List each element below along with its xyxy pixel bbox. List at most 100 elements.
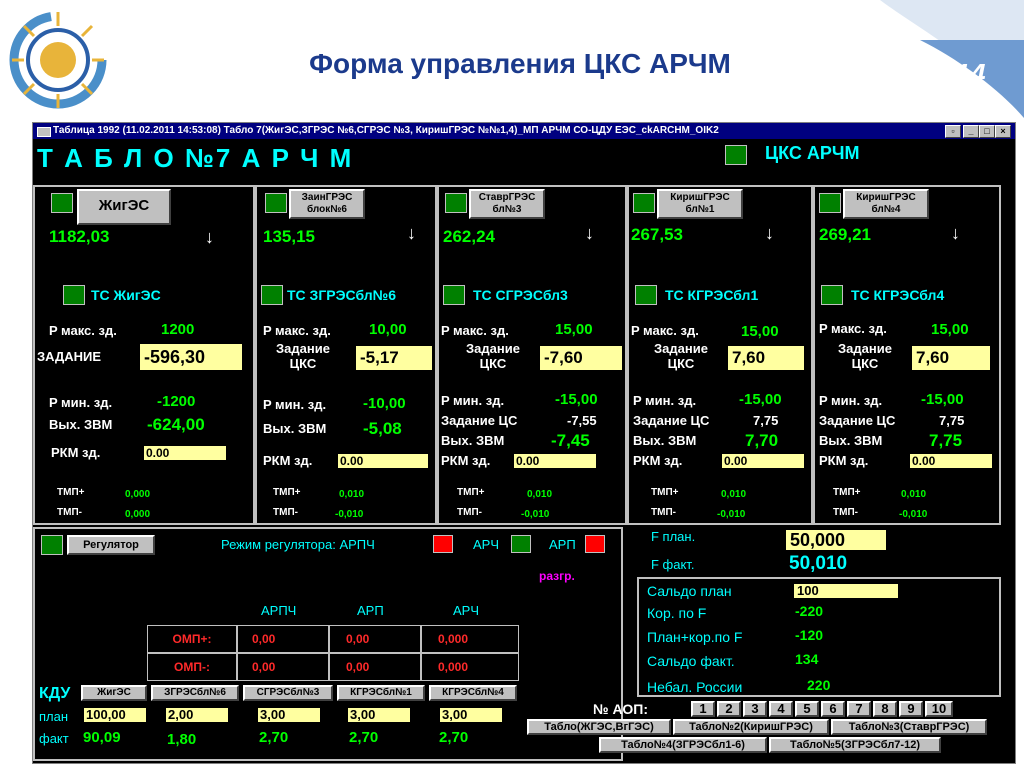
rkm-value[interactable]: 0.00 [337,453,429,469]
station-button[interactable]: КиришГРЭС бл№4 [843,189,929,219]
company-logo-icon [9,11,107,109]
rkm-label: РКМ зд. [633,453,683,468]
station-power: 267,53 [631,225,683,244]
pmin-label: P мин. зд. [441,393,505,408]
tmp-minus-label: ТМП- [651,507,676,518]
kdu-plan-kgres1[interactable]: 3,00 [347,707,411,723]
arrow-down-icon: ↓ [205,227,214,247]
ts-label: ТС СГРЭСбл3 [473,287,568,303]
kdu-plan-zgres6[interactable]: 2,00 [165,707,229,723]
kdu-col-kgres1[interactable]: КГРЭСбл№1 [337,685,425,701]
kdu-plan-sgres3[interactable]: 3,00 [257,707,321,723]
tmp-plus-value: 0,010 [901,489,927,500]
omp-plus-arpch: 0,00 [237,625,329,653]
saldo-fact-value: 134 [795,651,819,667]
omp-minus-arp: 0,00 [329,653,421,681]
saldo-fact-label: Сальдо факт. [647,653,735,669]
kdu-plan-kgres4[interactable]: 3,00 [439,707,503,723]
zvm-value: -5,08 [363,419,402,438]
zadanie-value[interactable]: 7,60 [911,345,991,371]
rkm-value[interactable]: 0.00 [143,445,227,461]
pmin-value: -15,00 [739,391,782,408]
tmp-plus-label: ТМП+ [651,487,679,498]
nav-tablo-3[interactable]: Табло№3(СтаврГРЭС) [831,719,987,735]
pmax-label: P макс. зд. [263,323,331,338]
aop-button-2[interactable]: 2 [717,701,741,717]
saldo-plan-label: Сальдо план [647,583,732,599]
saldo-plan-value[interactable]: 100 [793,583,899,599]
plan-korr-value: -120 [795,627,824,643]
aop-button-3[interactable]: 3 [743,701,767,717]
aop-button-7[interactable]: 7 [847,701,871,717]
zvm-label: Вых. ЗВМ [633,433,697,448]
zadanie-value[interactable]: -7,60 [539,345,623,371]
zvm-label: Вых. ЗВМ [441,433,505,448]
omp-minus-arpch: 0,00 [237,653,329,681]
aop-button-5[interactable]: 5 [795,701,819,717]
ts-indicator [63,285,85,305]
pmax-value: 10,00 [369,321,407,338]
nav-tablo-5[interactable]: Табло№5(ЗГРЭСбл7-12) [769,737,941,753]
regulator-button[interactable]: Регулятор [67,535,155,555]
zadanie-label: ЗАДАНИЕ [37,349,102,364]
kdu-col-zgres6[interactable]: ЗГРЭСбл№6 [151,685,239,701]
zvm-value: -624,00 [147,415,205,434]
kdu-plan-label: план [39,709,69,724]
f-plan-value[interactable]: 50,000 [785,529,887,551]
restore-button[interactable]: ▫ [945,125,961,138]
minimize-button[interactable]: _ [963,125,979,138]
close-button[interactable]: × [995,125,1011,138]
tmp-plus-label: ТМП+ [57,487,85,498]
station-button[interactable]: ЗаинГРЭС блок№6 [289,189,365,219]
station-button[interactable]: КиришГРЭС бл№1 [657,189,743,219]
tmp-minus-label: ТМП- [57,507,82,518]
pmax-value: 15,00 [555,321,593,338]
zadanie-value[interactable]: 7,60 [727,345,805,371]
tmp-plus-value: 0,010 [339,489,365,500]
nav-tablo-4[interactable]: Табло№4(ЗГРЭСбл1-6) [599,737,767,753]
aop-button-8[interactable]: 8 [873,701,897,717]
kdu-col-sgres3[interactable]: СГРЭСбл№3 [243,685,333,701]
zadanie-value[interactable]: -596,30 [139,343,243,371]
pmax-label: P макс. зд. [441,323,509,338]
kdu-plan-zhiges[interactable]: 100,00 [83,707,147,723]
ts-label: ТС КГРЭСбл1 [665,287,759,303]
tmp-plus-label: ТМП+ [273,487,301,498]
zc-value: -7,55 [567,413,597,428]
tmp-plus-value: 0,010 [527,489,553,500]
kdu-col-zhiges[interactable]: ЖигЭС [81,685,147,701]
arrow-down-icon: ↓ [951,223,960,243]
aop-button-6[interactable]: 6 [821,701,845,717]
korr-label: Кор. по F [647,605,707,621]
nav-tablo-2[interactable]: Табло№2(КиришГРЭС) [673,719,829,735]
arch-indicator [511,535,531,553]
tmp-minus-label: ТМП- [273,507,298,518]
aop-button-9[interactable]: 9 [899,701,923,717]
aop-button-4[interactable]: 4 [769,701,793,717]
omp-header-arp: АРП [357,603,384,618]
zadanie-value[interactable]: -5,17 [355,345,433,371]
aop-button-10[interactable]: 10 [925,701,953,717]
station-status-indicator [51,193,73,213]
nav-tablo-1[interactable]: Табло(ЖГЭС,ВгГЭС) [527,719,671,735]
station-button[interactable]: ЖигЭС [77,189,171,225]
aop-button-1[interactable]: 1 [691,701,715,717]
pmin-label: P мин. зд. [263,397,327,412]
zadanie-label: Задание ЦКС [838,341,892,371]
window-title: Таблица 1992 (11.02.2011 14:53:08) Табло… [53,125,719,136]
rkm-value[interactable]: 0.00 [513,453,597,469]
kdu-col-kgres4[interactable]: КГРЭСбл№4 [429,685,517,701]
station-button[interactable]: СтаврГРЭС бл№3 [469,189,545,219]
ts-indicator [635,285,657,305]
zc-label: Задание ЦС [819,413,896,428]
window-titlebar[interactable]: Таблица 1992 (11.02.2011 14:53:08) Табло… [33,123,1015,139]
maximize-button[interactable]: □ [979,125,995,138]
pmin-label: P мин. зд. [49,395,113,410]
tmp-minus-value: -0,010 [335,509,364,520]
rkm-value[interactable]: 0.00 [909,453,993,469]
omp-plus-arp: 0,00 [329,625,421,653]
kdu-fact-sgres3: 2,70 [259,729,289,746]
archm-window: Таблица 1992 (11.02.2011 14:53:08) Табло… [32,122,1016,764]
rkm-value[interactable]: 0.00 [721,453,805,469]
arrow-down-icon: ↓ [585,223,594,243]
